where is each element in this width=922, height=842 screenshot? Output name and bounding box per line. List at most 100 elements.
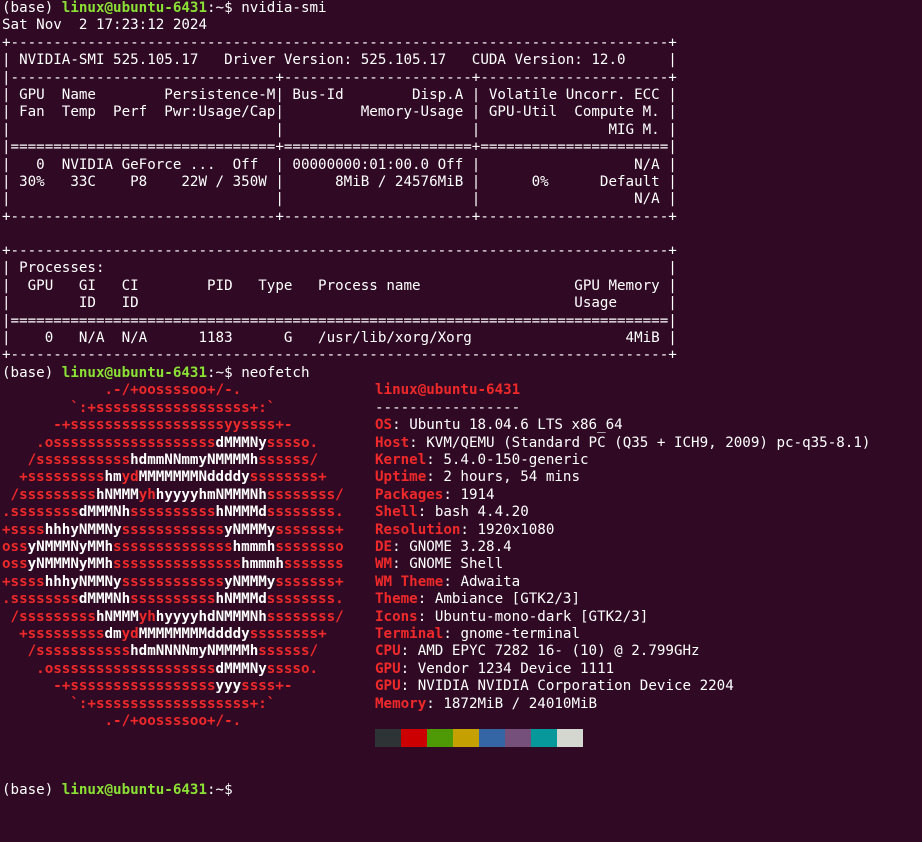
logo-segment: /sssssssssss: [2, 643, 131, 660]
info-value: KVM/QEMU (Standard PC (Q35 + ICH9, 2009)…: [426, 434, 871, 451]
logo-segment: /sssssssssss: [2, 452, 131, 468]
logo-segment: yNMMMNyMMh: [27, 556, 114, 573]
processes-table-line: | ID ID Usage |: [2, 295, 677, 312]
info-separator: :: [426, 452, 444, 468]
processes-table-line: +---------------------------------------…: [2, 347, 677, 364]
processes-table-line: |=======================================…: [2, 312, 677, 329]
logo-segment: .osssssssssssssssssss: [2, 434, 216, 451]
logo-line: ossyNMMMNyMMhssssssssssssssshmmmhsssssss: [2, 556, 344, 573]
logo-line: .ssssssssdMMMNhsssssssssshNMMMdssssssss.: [2, 504, 344, 521]
info-line: Host: KVM/QEMU (Standard PC (Q35 + ICH9,…: [375, 435, 870, 452]
info-separator: :: [417, 591, 435, 608]
logo-segment: ssssss/: [258, 643, 319, 660]
prompt-cwd: :~$: [207, 365, 242, 381]
logo-segment: /sssssssss: [2, 608, 96, 625]
logo-segment: sssso.: [266, 434, 319, 451]
info-separator: :: [426, 469, 444, 486]
logo-segment: .-/+oossssoo+/-.: [2, 713, 242, 729]
logo-line: -+ssssssssssssssssssyyssss+-: [2, 417, 292, 434]
conda-env: (base): [2, 365, 62, 381]
info-line: Resolution: 1920x1080: [375, 522, 554, 539]
logo-segment: hNMMM: [95, 608, 139, 625]
logo-segment: sssssss: [283, 556, 344, 573]
info-value: 1872MiB / 24010MiB: [443, 695, 598, 712]
smi-table-line: |-------------------------------+-------…: [2, 69, 677, 86]
info-key: Uptime: [375, 469, 427, 486]
command-nvidia-smi: nvidia-smi: [241, 0, 327, 16]
color-swatch: [557, 729, 583, 747]
logo-segment: dMMMNh: [78, 504, 131, 521]
logo-segment: hyyyyhdNMMMNh: [155, 608, 267, 625]
conda-env: (base): [2, 0, 62, 16]
logo-segment: .ssssssss: [2, 591, 79, 608]
logo-line: -+sssssssssssssssssyyyssss+-: [2, 678, 292, 695]
info-line: Shell: bash 4.4.20: [375, 504, 529, 521]
terminal-window[interactable]: (base) linux@ubuntu-6431:~$ nvidia-smi S…: [0, 0, 922, 842]
color-swatch: [375, 729, 401, 747]
info-line: WM Theme: Adwaita: [375, 574, 520, 591]
info-line: Icons: Ubuntu-mono-dark [GTK2/3]: [375, 609, 648, 626]
logo-line: `:+ssssssssssssssssss+:`: [2, 400, 275, 417]
user-host: linux@ubuntu-6431: [61, 782, 208, 798]
logo-segment: hyyyyhmNMMMNh: [155, 486, 267, 503]
logo-segment: yh: [138, 608, 156, 625]
info-key: Shell: [375, 504, 418, 521]
smi-table-line: | Fan Temp Perf Pwr:Usage/Cap| Memory-Us…: [2, 104, 677, 121]
info-line: Terminal: gnome-terminal: [375, 626, 580, 643]
info-value: Ubuntu 18.04.6 LTS x86_64: [409, 417, 623, 434]
info-value: Ambiance [GTK2/3]: [434, 591, 581, 608]
info-separator: :: [443, 626, 461, 642]
logo-line: .osssssssssssssssssssdMMMNysssso.: [2, 661, 318, 678]
prompt-cwd: :~$: [207, 782, 242, 798]
processes-table-line: | Processes: |: [2, 260, 677, 277]
logo-segment: .osssssssssssssssssss: [2, 660, 216, 677]
color-swatch: [479, 729, 505, 747]
prompt-line-neofetch: (base) linux@ubuntu-6431:~$ neofetch: [2, 365, 310, 382]
logo-segment: ssssssss/: [266, 608, 344, 625]
logo-segment: dm: [104, 626, 122, 642]
logo-segment: hNMMM: [95, 486, 139, 503]
info-line: Memory: 1872MiB / 24010MiB: [375, 696, 597, 713]
logo-segment: -+ssssssssssssssssssyyssss+-: [2, 417, 293, 434]
color-swatch: [531, 729, 557, 747]
logo-line: .-/+oossssoo+/-.: [2, 713, 241, 730]
logo-segment: hmmmh: [232, 539, 276, 555]
logo-segment: dMMMNy: [215, 434, 267, 451]
logo-segment: yyy: [215, 678, 242, 695]
info-line: Kernel: 5.4.0-150-generic: [375, 452, 589, 469]
info-value: GNOME 3.28.4: [409, 539, 512, 555]
user-host: linux@ubuntu-6431: [61, 0, 208, 16]
logo-segment: dMMMNh: [78, 591, 131, 608]
logo-segment: hmmmh: [241, 556, 284, 573]
logo-segment: ssss+-: [241, 678, 293, 695]
logo-segment: .ssssssss: [2, 504, 79, 521]
info-separator: :: [426, 695, 444, 712]
logo-segment: -+sssssssssssssssss: [2, 678, 216, 695]
info-line: GPU: NVIDIA NVIDIA Corporation Device 22…: [375, 678, 734, 695]
info-line: CPU: AMD EPYC 7282 16- (10) @ 2.799GHz: [375, 643, 700, 660]
info-value: 1914: [460, 486, 495, 503]
info-line: WM: GNOME Shell: [375, 556, 503, 573]
logo-segment: ssssssssssss: [121, 521, 225, 538]
logo-line: .-/+oossssoo+/-.: [2, 382, 241, 399]
info-line: Theme: Ambiance [GTK2/3]: [375, 591, 580, 608]
info-separator: :: [392, 417, 410, 434]
logo-segment: ssssssssss: [130, 504, 216, 521]
neofetch-underline: -----------------: [375, 399, 521, 416]
logo-segment: yNMMMy: [224, 573, 276, 590]
info-key: CPU: [375, 643, 401, 660]
info-key: Memory: [375, 695, 427, 712]
info-separator: :: [400, 678, 418, 695]
logo-line: /ssssssssshNMMMyhhyyyyhmNMMMNhssssssss/: [2, 487, 344, 504]
smi-table-line: | | | MIG M. |: [2, 121, 677, 138]
info-value: NVIDIA NVIDIA Corporation Device 2204: [417, 678, 734, 695]
prompt-line-current: (base) linux@ubuntu-6431:~$: [2, 782, 241, 799]
logo-segment: ssssss/: [258, 452, 319, 468]
logo-segment: hNMMMd: [215, 591, 267, 608]
info-separator: :: [392, 556, 410, 573]
logo-line: +sssshhhyNMMNyssssssssssssyNMMMysssssss+: [2, 574, 344, 591]
logo-segment: MMMMMMMMddddy: [138, 626, 250, 642]
logo-line: ossyNMMMNyMMhsssssssssssssshmmmhssssssso: [2, 539, 344, 556]
info-separator: :: [392, 539, 410, 555]
info-value: gnome-terminal: [460, 626, 581, 642]
